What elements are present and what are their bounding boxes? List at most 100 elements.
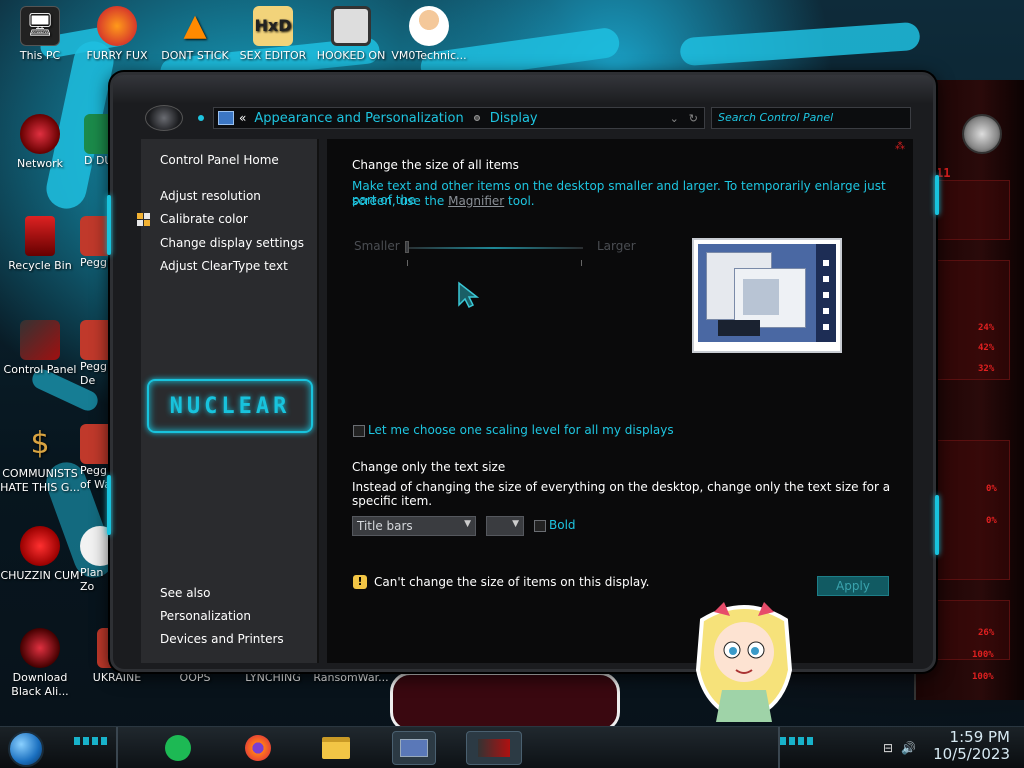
taskbar-band [116,727,780,768]
clock[interactable]: 1:59 PM 10/5/2023 [933,729,1010,763]
see-also-heading: See also [160,586,211,600]
start-button[interactable] [8,731,44,767]
item-select[interactable]: Title bars ▼ [352,516,476,536]
file-explorer-icon [322,737,350,759]
breadcrumb-display[interactable]: Display [490,111,538,126]
description-text: tool. [504,194,535,208]
desktop-icon-label: Control Panel [3,363,77,376]
frame-accent [935,175,939,215]
preview-taskbar [816,244,836,342]
desktop-icon-dont-stick[interactable]: ▲ DONT STICK [155,6,235,63]
desktop-icon-sex-editor[interactable]: HxD SEX EDITOR [233,6,313,63]
taskbar-app-display[interactable] [466,731,522,765]
money-bag-icon: $ [30,426,50,461]
adjust-resolution-link[interactable]: Adjust resolution [160,189,261,203]
desktop-icon-communists[interactable]: $ COMMUNISTS HATE THIS G... [0,424,80,495]
volume-icon[interactable]: 🔊 [901,741,916,755]
recent-pages-icon[interactable] [198,115,204,121]
devices-printers-link[interactable]: Devices and Printers [160,632,284,646]
breadcrumb-appearance[interactable]: Appearance and Personalization [254,111,463,126]
desktop-icon-download-black[interactable]: Download Black Ali... [0,628,80,699]
bold-checkbox[interactable] [534,520,546,532]
network-tray-icon[interactable]: ⊟ [883,741,893,755]
desktop-icon-label: CHUZZIN CUM [0,569,80,582]
personalization-link[interactable]: Personalization [160,609,251,623]
wallpaper-readout: 42% [978,343,995,353]
warning-icon: ! [353,575,367,589]
firefox-icon [97,6,137,46]
adjust-cleartype-link[interactable]: Adjust ClearType text [160,259,288,273]
text-size-select[interactable]: ▼ [486,516,524,536]
firefox-icon [245,735,271,761]
control-panel-icon [20,320,60,360]
taskbar-app-control-panel[interactable] [392,731,436,765]
frame-accent [935,495,939,555]
scaling-level-checkbox[interactable] [353,425,365,437]
display-icon [478,739,510,757]
breadcrumb-separator-icon [473,115,480,121]
apply-button[interactable]: Apply [817,576,889,596]
desktop-icon-hooked-on[interactable]: HOOKED ON [311,6,391,63]
desktop-icon-recycle-bin[interactable]: Recycle Bin [0,216,80,273]
desktop-icon-label: OOPS [179,671,211,684]
taskbar-app-firefox[interactable] [240,731,276,765]
wallpaper-readout: 100% [972,650,994,660]
network-icon [20,114,60,154]
taskbar-decoration [780,737,816,745]
desktop-icon-label: RansomWar... [313,671,389,684]
preview-window-front [734,268,806,328]
slider-max-label: Larger [597,239,636,253]
desktop-icon-furry-fux[interactable]: FURRY FUX [77,6,157,63]
desktop-icon-label: FURRY FUX [86,49,148,62]
task-pane: Control Panel Home Adjust resolution Cal… [137,139,319,663]
scaling-preview-image [692,238,842,353]
refresh-icon[interactable]: ↻ [689,112,698,125]
size-slider-thumb[interactable] [405,241,409,253]
back-forward-button[interactable] [145,105,183,131]
wallpaper-readout: 24% [978,323,995,333]
recycle-bin-icon [25,216,55,256]
scaling-level-label[interactable]: Let me choose one scaling level for all … [368,423,674,437]
control-panel-home-link[interactable]: Control Panel Home [160,153,279,167]
magnifier-link[interactable]: Magnifier [448,194,504,208]
calibrate-color-link[interactable]: Calibrate color [137,212,248,226]
address-dropdown-icon[interactable]: ⌄ [670,112,679,125]
size-slider-track[interactable] [405,247,583,249]
wallpaper-readout: 26% [978,628,995,638]
preview-menu [718,320,760,336]
alien-logo-icon [962,114,1002,154]
desktop-icon-label: UKRAINE [92,671,142,684]
cartoon-character-sticker [695,602,793,723]
desktop-icon-chuzzin[interactable]: CHUZZIN CUM [0,526,80,583]
description-text: screen, use the [352,194,449,208]
desktop-icon-this-pc[interactable]: 🖥 This PC [0,6,80,63]
technician-avatar-icon [409,6,449,46]
desktop-icon-network[interactable]: Network [0,114,80,171]
window-titlebar[interactable] [113,75,933,103]
wallpaper-readout: 100% [972,672,994,682]
spotify-icon [165,735,191,761]
taskbar-app-explorer[interactable] [318,731,354,765]
wallpaper-readout: 0% [986,484,997,494]
slider-min-label: Smaller [354,239,400,253]
change-display-settings-link[interactable]: Change display settings [160,236,304,250]
bold-label[interactable]: Bold [549,518,576,532]
desktop-icon-control-panel[interactable]: Control Panel [0,320,80,377]
breadcrumb-overflow[interactable]: « [239,111,246,125]
text-size-description: Instead of changing the size of everythi… [352,480,891,508]
taskbar-app-spotify[interactable] [160,731,196,765]
clock-time: 1:59 PM [949,728,1010,746]
control-panel-icon [400,739,428,757]
frame-accent [107,195,111,255]
calibrate-color-icon [137,213,151,227]
taskbar-decoration [74,737,110,745]
desktop-icon-label: This PC [19,49,61,62]
nuclear-theme-logo: NUCLEAR [147,379,313,433]
desktop-icon-label: COMMUNISTS HATE THIS G... [0,467,80,494]
search-input[interactable]: Search Control Panel [711,107,911,129]
clock-date: 10/5/2023 [933,745,1010,763]
address-bar[interactable]: « Appearance and Personalization Display… [213,107,705,129]
wallpaper-readout: 0% [986,516,997,526]
warning-text: Can't change the size of items on this d… [374,575,650,589]
desktop-icon-vm-technician[interactable]: VM0Technic... [389,6,469,63]
